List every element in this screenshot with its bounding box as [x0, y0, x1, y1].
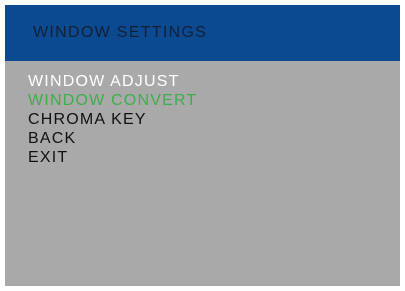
osd-panel: WINDOW SETTINGS WINDOW ADJUST WINDOW CON… — [5, 5, 400, 286]
menu-list: WINDOW ADJUST WINDOW CONVERT CHROMA KEY … — [28, 72, 197, 167]
menu-item-exit[interactable]: EXIT — [28, 148, 197, 167]
menu-item-chroma-key[interactable]: CHROMA KEY — [28, 110, 197, 129]
menu-item-back[interactable]: BACK — [28, 129, 197, 148]
menu-item-window-adjust[interactable]: WINDOW ADJUST — [28, 72, 197, 91]
menu-item-window-convert[interactable]: WINDOW CONVERT — [28, 91, 197, 110]
menu-header: WINDOW SETTINGS — [5, 5, 400, 61]
menu-title: WINDOW SETTINGS — [33, 24, 208, 41]
